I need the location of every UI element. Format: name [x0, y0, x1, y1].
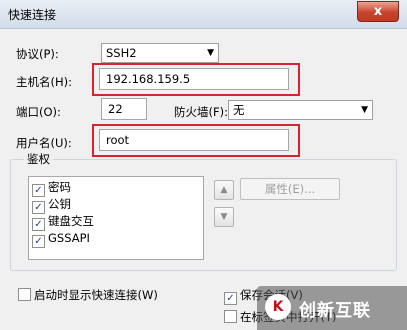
- auth-group-legend: 鉴权: [24, 151, 53, 167]
- list-item[interactable]: ✓ 公钥: [32, 196, 71, 214]
- list-item[interactable]: ✓ GSSAPI: [32, 230, 90, 248]
- auth-method-list[interactable]: ✓ 密码 ✓ 公钥 ✓ 键盘交互 ✓ GSSAPI: [28, 176, 204, 260]
- protocol-select[interactable]: SSH2 ▼: [101, 43, 219, 63]
- title-bar: 快速连接 x: [0, 0, 407, 29]
- checkbox-unchecked-icon[interactable]: [18, 288, 31, 301]
- chevron-down-icon: ▼: [207, 48, 214, 58]
- close-button[interactable]: x: [357, 1, 399, 22]
- show-on-startup-option[interactable]: 启动时显示快速连接(W): [18, 287, 158, 303]
- show-on-startup-label: 启动时显示快速连接(W): [34, 288, 158, 302]
- checkbox-unchecked-icon[interactable]: [224, 310, 237, 323]
- username-highlight: [92, 124, 300, 157]
- auth-method-label: 公钥: [48, 197, 71, 211]
- firewall-value: 无: [233, 103, 245, 117]
- protocol-value: SSH2: [106, 46, 137, 60]
- chevron-down-icon: ▼: [361, 105, 368, 115]
- port-label: 端口(O):: [16, 105, 61, 119]
- close-icon: x: [373, 4, 383, 19]
- auth-method-label: 键盘交互: [48, 214, 94, 228]
- watermark-logo: K: [265, 294, 291, 320]
- port-value: 22: [108, 102, 123, 116]
- arrow-up-icon: ▲: [220, 185, 228, 195]
- list-item[interactable]: ✓ 密码: [32, 179, 71, 197]
- move-down-button[interactable]: ▼: [214, 207, 234, 227]
- checkbox-checked-icon[interactable]: ✓: [32, 235, 45, 248]
- auth-method-label: GSSAPI: [48, 231, 90, 245]
- hostname-label: 主机名(H):: [16, 75, 72, 89]
- move-up-button[interactable]: ▲: [214, 180, 234, 200]
- list-item[interactable]: ✓ 键盘交互: [32, 213, 94, 231]
- firewall-label: 防火墙(F):: [174, 105, 228, 119]
- auth-method-label: 密码: [48, 180, 71, 194]
- port-input[interactable]: 22: [101, 98, 147, 120]
- protocol-label: 协议(P):: [16, 47, 59, 61]
- arrow-down-icon: ▼: [220, 212, 228, 222]
- checkbox-checked-icon[interactable]: ✓: [224, 292, 237, 305]
- watermark: K 创新互联: [257, 286, 407, 330]
- hostname-highlight: [92, 63, 300, 96]
- username-label: 用户名(U):: [16, 136, 72, 150]
- firewall-select[interactable]: 无 ▼: [228, 100, 373, 120]
- properties-button[interactable]: 属性(E)...: [240, 178, 340, 200]
- watermark-text: 创新互联: [299, 301, 371, 321]
- window-title: 快速连接: [8, 8, 57, 22]
